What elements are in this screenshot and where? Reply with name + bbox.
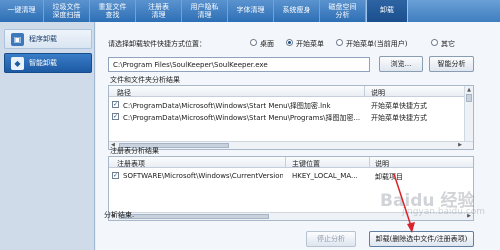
- tab-uninstall[interactable]: 卸载: [366, 0, 408, 22]
- row-description: 开始菜单快捷方式: [371, 114, 427, 122]
- analysis-status: 分析结束.: [104, 211, 135, 219]
- column-divider: [364, 86, 365, 97]
- files-list-header: 路径 说明: [109, 86, 473, 97]
- radio-start-menu-label: 开始菜单: [296, 40, 324, 48]
- sidebar: ▣ 程序卸载 ◆ 智能卸载: [0, 22, 95, 250]
- column-divider: [369, 157, 370, 168]
- watermark-url: jingyan.baidu.com: [402, 207, 486, 217]
- files-vertical-scrollbar[interactable]: ▲ ▼: [464, 86, 473, 149]
- scroll-thumb[interactable]: [466, 94, 472, 102]
- files-group-title: 文件和文件夹分析结果: [110, 76, 180, 84]
- radio-other[interactable]: [431, 39, 438, 46]
- column-description[interactable]: 说明: [375, 159, 389, 169]
- row-description: 开始菜单快捷方式: [371, 102, 427, 110]
- uninstall-selected-button[interactable]: 卸载(删除选中文件/注册表项): [369, 231, 474, 247]
- smart-analyze-button[interactable]: 智能分析: [429, 56, 474, 72]
- sidebar-item-program-uninstall[interactable]: ▣ 程序卸载: [4, 29, 92, 49]
- radio-desktop[interactable]: [250, 39, 257, 46]
- program-path-field[interactable]: C:\Program Files\SoulKeeper\SoulKeeper.e…: [108, 57, 370, 72]
- table-row[interactable]: ✓ SOFTWARE\Microsoft\Windows\CurrentVers…: [109, 170, 473, 181]
- column-registry-key[interactable]: 注册表项: [117, 159, 145, 169]
- registry-list-header: 注册表项 主键位置 说明: [109, 157, 473, 168]
- tab-one-click-clean[interactable]: 一键清理: [0, 0, 44, 22]
- radio-start-menu-current-user-label: 开始菜单(当前用户): [346, 40, 408, 48]
- top-tab-bar: 一键清理 垃圾文件 深度扫描 重复文件 查找 注册表 清理 用户隐私 清理 字体…: [0, 0, 500, 22]
- row-hive: HKEY_LOCAL_MA...: [292, 172, 358, 180]
- column-path[interactable]: 路径: [117, 88, 131, 98]
- tab-strip-filler: [408, 0, 500, 22]
- table-row[interactable]: ✓ C:\ProgramData\Microsoft\Windows\Start…: [109, 111, 473, 122]
- shortcut-location-prompt: 请选择卸载软件快捷方式位置：: [108, 40, 206, 48]
- row-path: C:\ProgramData\Microsoft\Windows\Start M…: [123, 114, 361, 122]
- tab-font-clean[interactable]: 字体清理: [228, 0, 274, 22]
- row-path: C:\ProgramData\Microsoft\Windows\Start M…: [123, 102, 331, 110]
- row-registry-key: SOFTWARE\Microsoft\Windows\CurrentVersio…: [123, 172, 283, 180]
- files-result-list: 路径 说明 ✓ C:\ProgramData\Microsoft\Windows…: [108, 85, 474, 150]
- row-description: 卸载项目: [375, 173, 403, 181]
- table-row[interactable]: ✓ C:\ProgramData\Microsoft\Windows\Start…: [109, 99, 473, 110]
- smart-uninstall-icon: ◆: [11, 56, 24, 70]
- tab-system-slim[interactable]: 系统瘦身: [274, 0, 320, 22]
- row-checkbox[interactable]: ✓: [112, 101, 119, 108]
- radio-start-menu-current-user[interactable]: [336, 39, 343, 46]
- program-uninstall-icon: ▣: [11, 32, 24, 46]
- scroll-thumb[interactable]: [119, 214, 269, 219]
- tab-privacy-clean[interactable]: 用户隐私 清理: [182, 0, 228, 22]
- radio-desktop-label: 桌面: [260, 40, 274, 48]
- tab-registry-clean[interactable]: 注册表 清理: [136, 0, 182, 22]
- sidebar-item-label: 智能卸载: [29, 59, 57, 67]
- radio-other-label: 其它: [441, 40, 455, 48]
- tab-duplicate-files[interactable]: 重复文件 查找: [90, 0, 136, 22]
- sidebar-item-label: 程序卸载: [29, 35, 57, 43]
- stop-analyze-button[interactable]: 停止分析: [306, 231, 356, 247]
- row-checkbox[interactable]: ✓: [112, 113, 119, 120]
- row-checkbox[interactable]: ✓: [112, 172, 119, 179]
- scroll-right-icon[interactable]: ▶: [458, 142, 462, 149]
- radio-start-menu[interactable]: [286, 39, 293, 46]
- registry-group-title: 注册表分析结果: [110, 147, 159, 155]
- browse-button[interactable]: 浏览...: [379, 56, 423, 72]
- tab-junk-deep-scan[interactable]: 垃圾文件 深度扫描: [44, 0, 90, 22]
- sidebar-item-smart-uninstall[interactable]: ◆ 智能卸载: [4, 53, 92, 73]
- column-description[interactable]: 说明: [371, 88, 385, 98]
- files-horizontal-scrollbar[interactable]: ◀ ▶: [109, 141, 473, 149]
- column-divider: [285, 157, 286, 168]
- tab-disk-analysis[interactable]: 磁盘空间 分析: [320, 0, 366, 22]
- column-hive[interactable]: 主键位置: [292, 159, 320, 169]
- scroll-up-icon[interactable]: ▲: [466, 87, 472, 93]
